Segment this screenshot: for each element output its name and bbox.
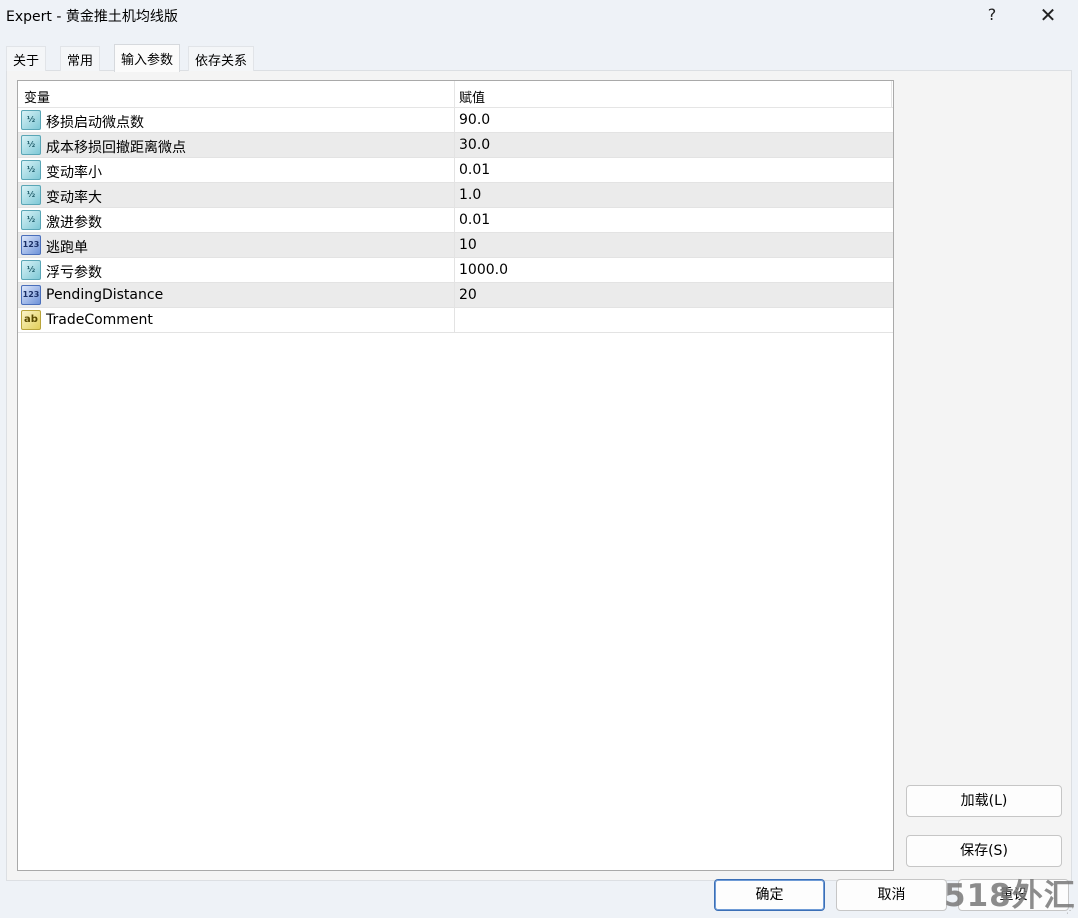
parameter-name: 逃跑单 bbox=[46, 240, 88, 256]
cell-divider bbox=[454, 108, 455, 133]
cell-divider bbox=[454, 258, 455, 283]
double-type-icon: ½ bbox=[21, 260, 41, 280]
table-row[interactable]: ½ 移损启动微点数 90.0 bbox=[18, 108, 893, 133]
cell-divider bbox=[454, 283, 455, 308]
cell-divider bbox=[454, 133, 455, 158]
window-title: Expert - 黄金推土机均线版 bbox=[6, 9, 178, 25]
cancel-button[interactable]: 取消 bbox=[836, 879, 947, 911]
cell-divider bbox=[454, 233, 455, 258]
double-type-icon: ½ bbox=[21, 110, 41, 130]
save-button[interactable]: 保存(S) bbox=[906, 835, 1062, 867]
parameter-name: 变动率大 bbox=[46, 190, 102, 206]
parameter-value[interactable]: 90.0 bbox=[459, 112, 490, 128]
parameter-name: 浮亏参数 bbox=[46, 265, 102, 281]
double-type-icon: ½ bbox=[21, 210, 41, 230]
parameter-name: 成本移损回撤距离微点 bbox=[46, 140, 186, 156]
parameter-value[interactable]: 1000.0 bbox=[459, 262, 508, 278]
cell-divider bbox=[454, 208, 455, 233]
column-header-variable[interactable]: 变量 bbox=[24, 87, 50, 106]
parameter-name: TradeComment bbox=[46, 312, 153, 328]
ok-button[interactable]: 确定 bbox=[714, 879, 825, 911]
parameter-value[interactable]: 30.0 bbox=[459, 137, 490, 153]
tab-about[interactable]: 关于 bbox=[6, 46, 47, 71]
parameter-value[interactable]: 20 bbox=[459, 287, 477, 303]
table-row[interactable]: 123 PendingDistance 20 bbox=[18, 283, 893, 308]
tab-common[interactable]: 常用 bbox=[60, 46, 101, 71]
load-button[interactable]: 加载(L) bbox=[906, 785, 1062, 817]
parameter-value[interactable]: 10 bbox=[459, 237, 477, 253]
parameter-name: 激进参数 bbox=[46, 215, 102, 231]
parameters-grid[interactable]: 变量 赋值 ½ 移损启动微点数 90.0 ½ 成本移损回撤距离微点 30.0 ½… bbox=[17, 80, 894, 871]
cell-divider bbox=[454, 308, 455, 333]
resize-grip-icon[interactable]: ⋰ bbox=[1066, 906, 1076, 916]
table-row[interactable]: ab TradeComment bbox=[18, 308, 893, 333]
column-divider-end bbox=[891, 81, 892, 108]
column-header-value[interactable]: 赋值 bbox=[459, 87, 485, 106]
watermark: 518外汇网 bbox=[944, 878, 1076, 914]
double-type-icon: ½ bbox=[21, 160, 41, 180]
column-divider[interactable] bbox=[454, 81, 455, 108]
tab-dependencies[interactable]: 依存关系 bbox=[188, 46, 255, 71]
help-button[interactable]: ? bbox=[970, 0, 1014, 30]
parameter-name: 移损启动微点数 bbox=[46, 115, 144, 131]
tab-strip: 关于 常用 输入参数 依存关系 bbox=[6, 44, 1072, 72]
table-row[interactable]: ½ 浮亏参数 1000.0 bbox=[18, 258, 893, 283]
integer-type-icon: 123 bbox=[21, 235, 41, 255]
parameter-name: 变动率小 bbox=[46, 165, 102, 181]
table-row[interactable]: ½ 变动率小 0.01 bbox=[18, 158, 893, 183]
cell-divider bbox=[454, 183, 455, 208]
title-bar: Expert - 黄金推土机均线版 ? ✕ bbox=[0, 0, 1078, 32]
string-type-icon: ab bbox=[21, 310, 41, 330]
parameter-value[interactable]: 0.01 bbox=[459, 212, 490, 228]
table-row[interactable]: ½ 成本移损回撤距离微点 30.0 bbox=[18, 133, 893, 158]
double-type-icon: ½ bbox=[21, 185, 41, 205]
parameter-value[interactable]: 1.0 bbox=[459, 187, 481, 203]
cell-divider bbox=[454, 158, 455, 183]
integer-type-icon: 123 bbox=[21, 285, 41, 305]
table-row[interactable]: ½ 激进参数 0.01 bbox=[18, 208, 893, 233]
table-row[interactable]: ½ 变动率大 1.0 bbox=[18, 183, 893, 208]
tab-inputs[interactable]: 输入参数 bbox=[114, 44, 181, 72]
close-button[interactable]: ✕ bbox=[1026, 0, 1070, 30]
parameter-name: PendingDistance bbox=[46, 287, 164, 303]
parameter-value[interactable]: 0.01 bbox=[459, 162, 490, 178]
table-row[interactable]: 123 逃跑单 10 bbox=[18, 233, 893, 258]
double-type-icon: ½ bbox=[21, 135, 41, 155]
grid-header: 变量 赋值 bbox=[18, 81, 893, 108]
